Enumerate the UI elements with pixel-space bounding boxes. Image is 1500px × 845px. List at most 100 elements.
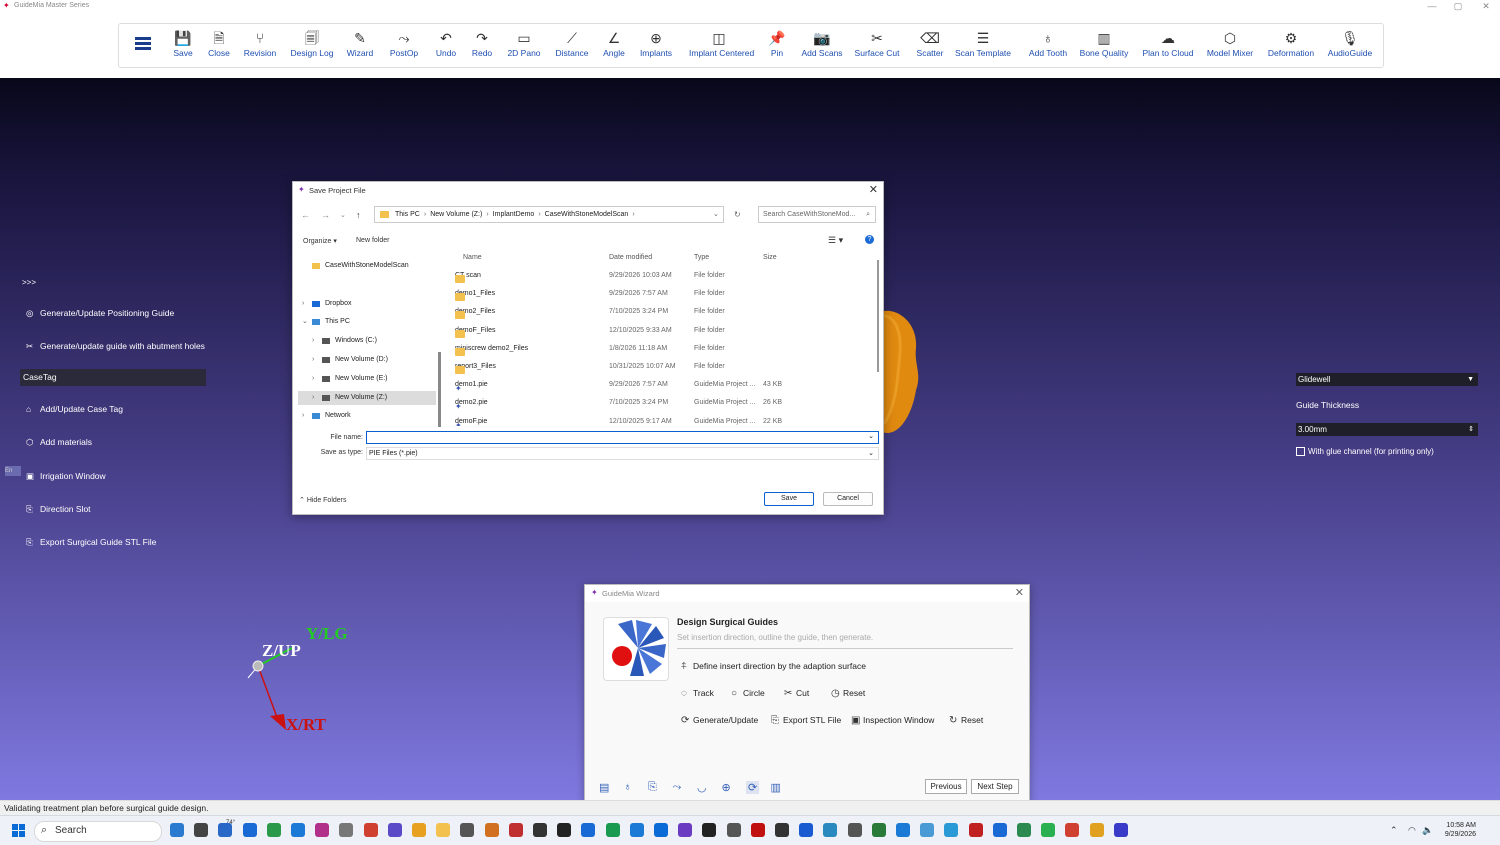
sidebar-item-abutment-holes[interactable]: ✂ Generate/update guide with abutment hol…: [26, 341, 205, 352]
breadcrumb-item[interactable]: New Volume (Z:): [430, 211, 482, 218]
minimize-button[interactable]: —: [1420, 0, 1444, 12]
taskbar-app-icon[interactable]: [412, 823, 426, 837]
view-options-icon[interactable]: ☰ ▾: [828, 235, 843, 246]
tree-node[interactable]: › New Volume (E:): [298, 372, 436, 386]
column-header-date-modified[interactable]: Date modified: [609, 254, 652, 261]
refresh-icon[interactable]: ↻: [734, 210, 741, 219]
taskbar-app-icon[interactable]: [823, 823, 838, 837]
up-arrow-icon[interactable]: ↑: [356, 210, 361, 220]
wizard-export-button[interactable]: ⎘ Export STL File: [771, 715, 841, 726]
tree-node[interactable]: › Dropbox: [298, 297, 436, 311]
taskbar-app-icon[interactable]: [799, 823, 814, 837]
wizard-inspection-window-button[interactable]: ▣ Inspection Window: [851, 715, 934, 726]
file-row[interactable]: CT scan 9/29/2026 10:03 AM File folder: [445, 269, 865, 285]
tree-node[interactable]: ⌄ This PC: [298, 315, 436, 329]
toolbar-bone-quality-button[interactable]: ▥ Bone Quality: [1074, 28, 1134, 58]
taskbar-app-icon[interactable]: [702, 823, 717, 837]
tree-node[interactable]: CaseWithStoneModelScan: [298, 259, 436, 273]
address-dropdown-icon[interactable]: ⌄: [713, 210, 719, 218]
breadcrumb-item[interactable]: This PC: [395, 211, 420, 218]
toolbar-add-tooth-button[interactable]: ♁ Add Tooth: [1018, 28, 1078, 58]
file-row[interactable]: ✦ demo1.pie 9/29/2026 7:57 AM GuideMia Proj…: [445, 378, 865, 394]
folder-search-input[interactable]: Search CaseWithStoneMod... ⌕: [758, 206, 876, 223]
taskbar-app-icon[interactable]: [484, 823, 499, 837]
toolbar-scatter-button[interactable]: ⌫ Scatter: [900, 28, 960, 58]
taskbar-search[interactable]: ⌕ Search: [34, 821, 162, 842]
sidebar-item-export-stl[interactable]: ⎘ Export Surgical Guide STL File: [26, 537, 156, 548]
close-window-button[interactable]: ✕: [1474, 0, 1498, 12]
save-type-select[interactable]: PIE Files (*.pie) ⌄: [366, 447, 879, 460]
path-icon[interactable]: ⤳: [673, 781, 682, 794]
vendor-select[interactable]: Glidewell ▼: [1296, 373, 1478, 386]
file-list-scrollbar[interactable]: [877, 260, 879, 372]
toolbar-add-scans-button[interactable]: 📷 Add Scans: [792, 28, 852, 58]
next-step-button[interactable]: Next Step: [971, 779, 1019, 794]
taskbar-app-icon[interactable]: [944, 823, 959, 837]
tree-expander-icon[interactable]: ›: [302, 409, 304, 423]
add-implant-icon[interactable]: ⊕: [722, 781, 731, 794]
taskbar-app-icon[interactable]: [218, 823, 233, 837]
taskbar-app-icon[interactable]: [315, 823, 330, 837]
taskbar-app-icon[interactable]: [775, 823, 789, 837]
report-icon[interactable]: ▥: [771, 781, 781, 794]
taskbar-app-icon[interactable]: [896, 823, 910, 837]
tree-node[interactable]: › New Volume (D:): [298, 353, 436, 367]
forward-arrow-icon[interactable]: →: [321, 210, 330, 220]
sidebar-toggle[interactable]: >>>: [22, 278, 36, 287]
tooth-icon[interactable]: ♁: [624, 781, 632, 793]
tree-node[interactable]: › Windows (C:): [298, 334, 436, 348]
taskbar-app-icon[interactable]: [460, 823, 475, 837]
clock[interactable]: 10:58 AM 9/29/2026: [1445, 821, 1476, 839]
taskbar-app-icon[interactable]: [557, 823, 572, 837]
tree-expander-icon[interactable]: ›: [312, 372, 314, 386]
toolbar-plan-to-cloud-button[interactable]: ☁ Plan to Cloud: [1138, 28, 1198, 58]
taskbar-app-icon[interactable]: [847, 823, 862, 837]
arch-icon[interactable]: ◡: [697, 781, 707, 794]
volume-icon[interactable]: 🔈: [1422, 825, 1433, 836]
toolbar-implants-button[interactable]: ⊕ Implants: [626, 28, 686, 58]
save-button[interactable]: Save: [764, 492, 814, 506]
taskbar-app-icon[interactable]: [291, 823, 305, 837]
taskbar-app-icon[interactable]: [1089, 823, 1104, 837]
taskbar-app-icon[interactable]: [654, 823, 668, 837]
toolbar-deformation-button[interactable]: ⚙ Deformation: [1261, 28, 1321, 58]
organize-button[interactable]: Organize ▾: [303, 237, 337, 245]
previous-button[interactable]: Previous: [925, 779, 967, 794]
cancel-button[interactable]: Cancel: [823, 492, 873, 506]
tree-expander-icon[interactable]: ›: [312, 353, 314, 367]
toolbar-model-mixer-button[interactable]: ⬡ Model Mixer: [1200, 28, 1260, 58]
wizard-circle-button[interactable]: ○ Circle: [731, 688, 765, 699]
windows-start-icon[interactable]: [12, 824, 25, 837]
toolbar-audioguide-button[interactable]: 🎙 AudioGuide: [1320, 28, 1380, 58]
tree-expander-icon[interactable]: ›: [312, 391, 314, 405]
taskbar-app-icon[interactable]: [1065, 823, 1080, 837]
column-header-size[interactable]: Size: [763, 254, 777, 261]
toolbar-scan-template-button[interactable]: ☰ Scan Template: [953, 28, 1013, 58]
dialog-close-button[interactable]: ✕: [869, 183, 878, 196]
hamburger-menu-icon[interactable]: [135, 37, 151, 51]
tree-node[interactable]: › New Volume (Z:): [298, 391, 436, 405]
new-folder-button[interactable]: New folder: [356, 237, 389, 244]
tree-expander-icon[interactable]: ⌄: [302, 315, 308, 329]
glue-channel-checkbox[interactable]: With glue channel (for printing only): [1296, 447, 1478, 456]
toolbar-surface-cut-button[interactable]: ✂ Surface Cut: [847, 28, 907, 58]
define-insert-direction-button[interactable]: ⍏ Define insert direction by the adaption…: [681, 661, 866, 672]
file-row[interactable]: report3_Files 10/31/2025 10:07 AM File fol…: [445, 360, 865, 376]
taskbar-app-icon[interactable]: [678, 823, 693, 837]
wifi-icon[interactable]: ◠: [1408, 825, 1416, 836]
sidebar-item-positioning-guide[interactable]: ◎ Generate/Update Positioning Guide: [26, 308, 174, 319]
wizard-reset-clock-button[interactable]: ◷ Reset: [831, 688, 865, 699]
casetag-field[interactable]: CaseTag: [20, 369, 206, 386]
taskbar-app-icon[interactable]: [629, 823, 644, 837]
tree-expander-icon[interactable]: ›: [312, 334, 314, 348]
tree-expander-icon[interactable]: ›: [302, 297, 304, 311]
breadcrumb-item[interactable]: CaseWithStoneModelScan: [545, 211, 629, 218]
taskbar-app-icon[interactable]: [992, 823, 1007, 837]
wizard-cut-button[interactable]: ✂ Cut: [784, 688, 809, 699]
file-row[interactable]: miniscrew demo2_Files 1/8/2026 11:18 AM Fi…: [445, 342, 865, 358]
taskbar-app-icon[interactable]: [170, 823, 184, 837]
column-header-name[interactable]: Name: [463, 254, 482, 261]
taskbar-app-icon[interactable]: [750, 823, 765, 837]
taskbar-app-icon[interactable]: [436, 823, 451, 837]
taskbar-app-icon[interactable]: [508, 823, 523, 837]
